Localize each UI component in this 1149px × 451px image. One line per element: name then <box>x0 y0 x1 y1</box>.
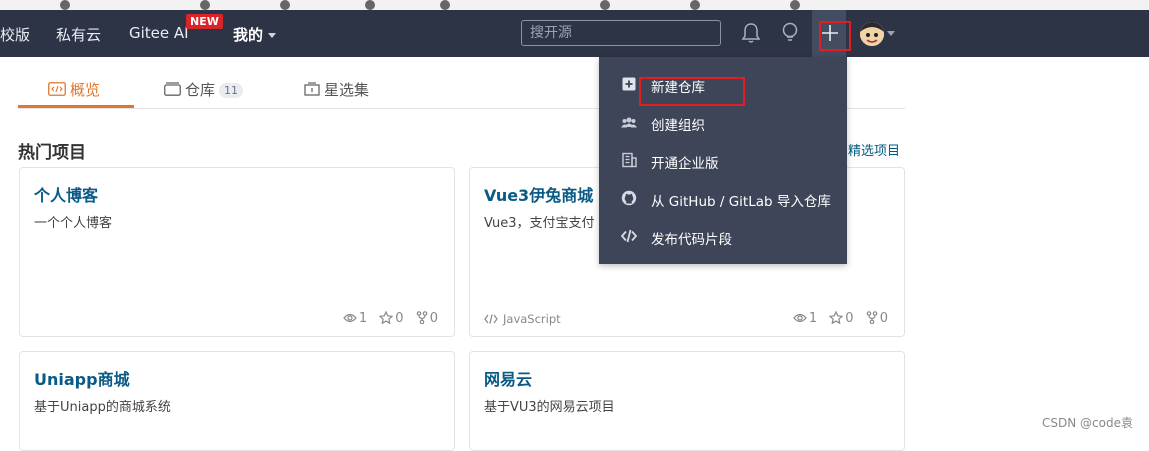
menu-item-new-repository[interactable]: 新建仓库 <box>599 65 847 106</box>
new-badge: NEW <box>186 14 223 29</box>
project-card[interactable]: Uniapp商城 基于Uniapp的商城系统 <box>19 351 455 451</box>
project-description: Vue3，支付宝支付 <box>484 216 595 231</box>
bookmark-icon[interactable] <box>600 0 614 10</box>
bookmark-icon[interactable] <box>690 0 704 10</box>
nav-item-private-cloud[interactable]: 私有云 <box>56 24 101 45</box>
nav-item-edition[interactable]: 校版 <box>0 24 30 45</box>
tab-starred-collections[interactable]: 星选集 <box>304 79 369 100</box>
project-card[interactable]: 个人博客 一个个人博客 1 0 0 <box>19 167 455 337</box>
project-description: 基于Uniapp的商城系统 <box>34 400 171 415</box>
menu-item-label: 从 GitHub / GitLab 导入仓库 <box>651 194 831 210</box>
project-language: JavaScript <box>484 312 561 326</box>
star-count-value: 0 <box>395 311 404 326</box>
highlight-box <box>639 77 745 106</box>
watermark: CSDN @code袁 <box>1042 416 1133 430</box>
chevron-down-icon <box>268 33 277 38</box>
fork-count: 0 <box>866 311 888 326</box>
top-navbar: 校版 私有云 Gitee AI NEW 我的 <box>0 10 1149 57</box>
menu-item-create-organization[interactable]: 创建组织 <box>599 103 847 141</box>
fork-count: 0 <box>416 311 438 326</box>
star-count: 0 <box>378 310 404 326</box>
project-stats: 1 0 0 <box>785 310 888 326</box>
project-description: 一个个人博客 <box>34 216 113 231</box>
fork-icon <box>866 311 878 325</box>
star-count: 0 <box>828 310 854 326</box>
bookmark-icon[interactable] <box>790 0 804 10</box>
code-icon <box>621 229 637 243</box>
project-stats: 1 0 0 <box>335 310 438 326</box>
menu-item-publish-snippet[interactable]: 发布代码片段 <box>599 217 847 255</box>
highlight-box <box>819 21 851 51</box>
watch-count: 1 <box>793 311 817 326</box>
bookmark-icon[interactable] <box>60 0 74 10</box>
fork-count-value: 0 <box>429 311 438 326</box>
project-description: 基于VU3的网易云项目 <box>484 400 615 415</box>
search-input[interactable] <box>521 20 721 46</box>
users-icon <box>621 117 637 128</box>
repository-icon <box>164 82 181 96</box>
active-tab-indicator <box>18 105 134 108</box>
menu-item-enterprise[interactable]: 开通企业版 <box>599 141 847 179</box>
github-icon <box>621 190 637 206</box>
watch-count-value: 1 <box>808 311 818 326</box>
chevron-down-icon[interactable] <box>887 31 895 36</box>
curated-projects-link[interactable]: 精选项目 <box>848 140 900 159</box>
eye-icon <box>343 313 357 323</box>
star-icon <box>828 310 844 325</box>
menu-item-import-repository[interactable]: 从 GitHub / GitLab 导入仓库 <box>599 179 847 217</box>
code-icon <box>484 314 498 324</box>
bell-icon[interactable] <box>741 22 763 44</box>
nav-item-gitee-ai[interactable]: Gitee AI <box>129 24 189 42</box>
code-window-icon <box>48 82 66 96</box>
lightbulb-icon[interactable] <box>780 22 802 44</box>
menu-item-label: 开通企业版 <box>651 156 719 172</box>
project-title[interactable]: Uniapp商城 <box>34 366 130 390</box>
project-card[interactable]: 网易云 基于VU3的网易云项目 <box>469 351 905 451</box>
tab-repositories-label: 仓库 <box>185 81 216 99</box>
tab-overview[interactable]: 概览 <box>48 79 100 100</box>
section-title: 热门项目 <box>18 143 86 163</box>
eye-icon <box>793 313 807 323</box>
star-icon <box>378 310 394 325</box>
avatar[interactable] <box>860 22 884 46</box>
fork-count-value: 0 <box>879 311 888 326</box>
tab-repositories[interactable]: 仓库 11 <box>164 79 244 100</box>
bookmark-icon[interactable] <box>440 0 454 10</box>
create-menu-button[interactable] <box>812 10 851 57</box>
create-dropdown-menu: 新建仓库 创建组织 开通企业版 从 GitHub / GitLab 导入仓库 发… <box>599 57 847 264</box>
watch-count-value: 1 <box>358 311 368 326</box>
nav-item-mine[interactable]: 我的 <box>233 24 277 45</box>
project-title[interactable]: 网易云 <box>484 366 532 390</box>
project-language-label: JavaScript <box>503 312 561 326</box>
menu-item-label: 创建组织 <box>651 118 705 134</box>
plus-square-icon <box>622 77 636 91</box>
building-icon <box>622 152 637 168</box>
watch-count: 1 <box>343 311 367 326</box>
project-title[interactable]: Vue3伊兔商城（ <box>484 182 609 206</box>
repository-count-badge: 11 <box>219 83 244 98</box>
project-title[interactable]: 个人博客 <box>34 182 98 206</box>
menu-item-label: 发布代码片段 <box>651 232 732 248</box>
collection-box-icon <box>304 82 320 96</box>
fork-icon <box>416 311 428 325</box>
bookmark-icon[interactable] <box>280 0 294 10</box>
tab-overview-label: 概览 <box>70 81 101 99</box>
bookmark-icon[interactable] <box>365 0 379 10</box>
star-count-value: 0 <box>845 311 854 326</box>
nav-item-mine-label: 我的 <box>233 26 264 44</box>
tab-starred-collections-label: 星选集 <box>324 81 370 99</box>
bookmarks-bar <box>0 0 1149 10</box>
bookmark-icon[interactable] <box>200 0 214 10</box>
